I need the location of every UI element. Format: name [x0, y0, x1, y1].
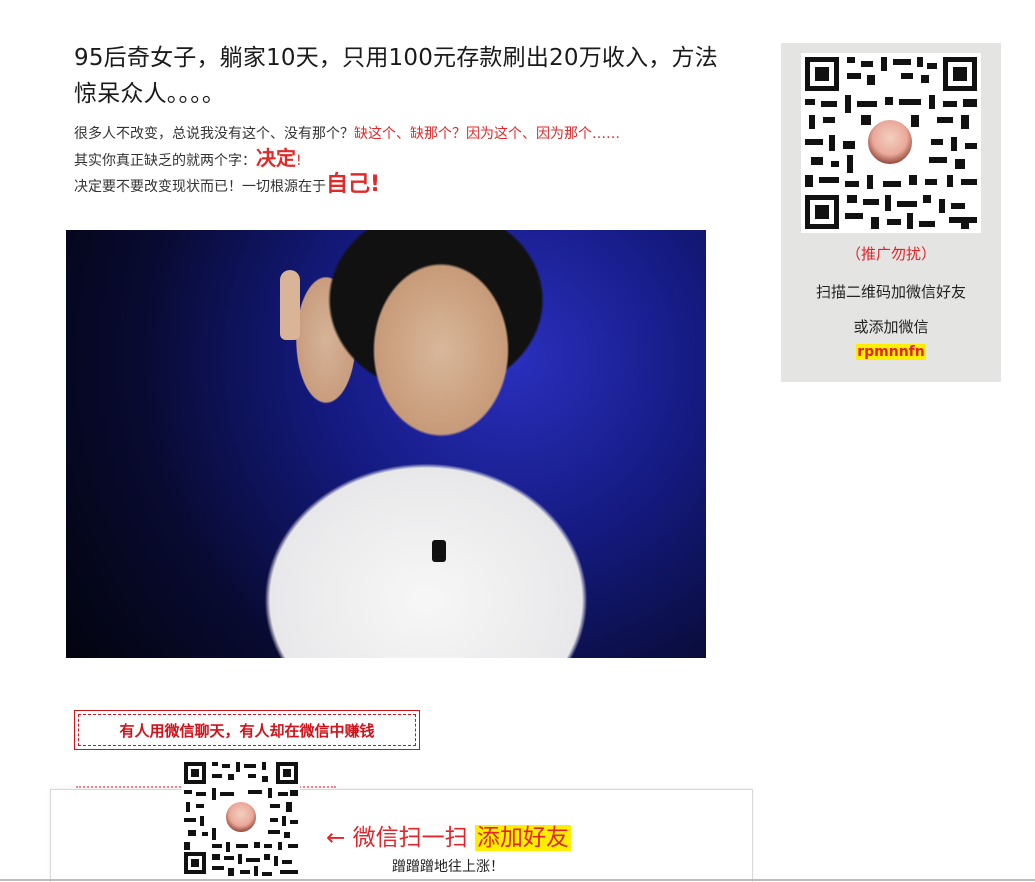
intro-line-2: 其实你真正缺乏的就两个字：决定!	[74, 146, 734, 173]
intro-line-1-text: 很多人不改变，总说我没有这个、没有那个？	[74, 126, 354, 142]
promo-note: （推广勿扰）	[845, 245, 936, 263]
banner-subtext: 蹭蹭蹭地往上涨！	[392, 859, 504, 875]
article-intro: 很多人不改变，总说我没有这个、没有那个？缺这个、缺那个？因为这个、因为那个…… …	[74, 122, 734, 199]
add-wechat-label: 或添加微信	[853, 318, 929, 336]
photo-lapel-mic	[432, 540, 446, 562]
intro-line-3-suffix: !	[370, 172, 381, 197]
intro-line-1-red: 缺这个、缺那个？因为这个、因为那个……	[354, 126, 620, 142]
intro-line-3: 决定要不要改变现状而已！一切根源在于自己!	[74, 173, 734, 199]
slogan-box: 有人用微信聊天，有人却在微信中赚钱	[74, 710, 420, 750]
sidebar-wechat-card: （推广勿扰） 扫描二维码加微信好友 或添加微信 rpmnnfn	[781, 43, 1001, 382]
qr-code-icon[interactable]	[182, 760, 300, 876]
scan-label: 微信扫一扫	[352, 825, 468, 851]
intro-line-3-text: 决定要不要改变现状而已！一切根源在于	[74, 179, 326, 195]
avatar	[865, 117, 915, 167]
wechat-id-text: rpmnnfn	[856, 344, 926, 360]
add-friend-highlight: 添加好友	[474, 825, 571, 851]
intro-line-2-emphasis: 决定	[256, 146, 296, 170]
intro-line-2-suffix: !	[296, 153, 302, 169]
article-photo	[66, 230, 706, 658]
avatar	[224, 800, 258, 834]
intro-line-2-text: 其实你真正缺乏的就两个字：	[74, 153, 256, 169]
intro-line-1: 很多人不改变，总说我没有这个、没有那个？缺这个、缺那个？因为这个、因为那个……	[74, 122, 734, 146]
qr-code-icon[interactable]	[801, 53, 981, 233]
arrow-left-icon: ←	[326, 825, 346, 851]
article: 95后奇女子，躺家10天，只用100元存款刷出20万收入，方法惊呆众人。。。。 …	[74, 40, 734, 199]
wechat-id[interactable]: rpmnnfn	[781, 341, 1001, 360]
intro-line-3-emphasis: 自己	[326, 172, 371, 197]
scan-instruction: 扫描二维码加微信好友	[815, 283, 966, 301]
slogan-text: 有人用微信聊天，有人却在微信中赚钱	[78, 714, 416, 746]
article-headline: 95后奇女子，躺家10天，只用100元存款刷出20万收入，方法惊呆众人。。。。	[74, 45, 718, 107]
photo-raised-finger	[280, 270, 300, 340]
scan-add-friend-text: ← 微信扫一扫 添加好友	[326, 818, 571, 852]
